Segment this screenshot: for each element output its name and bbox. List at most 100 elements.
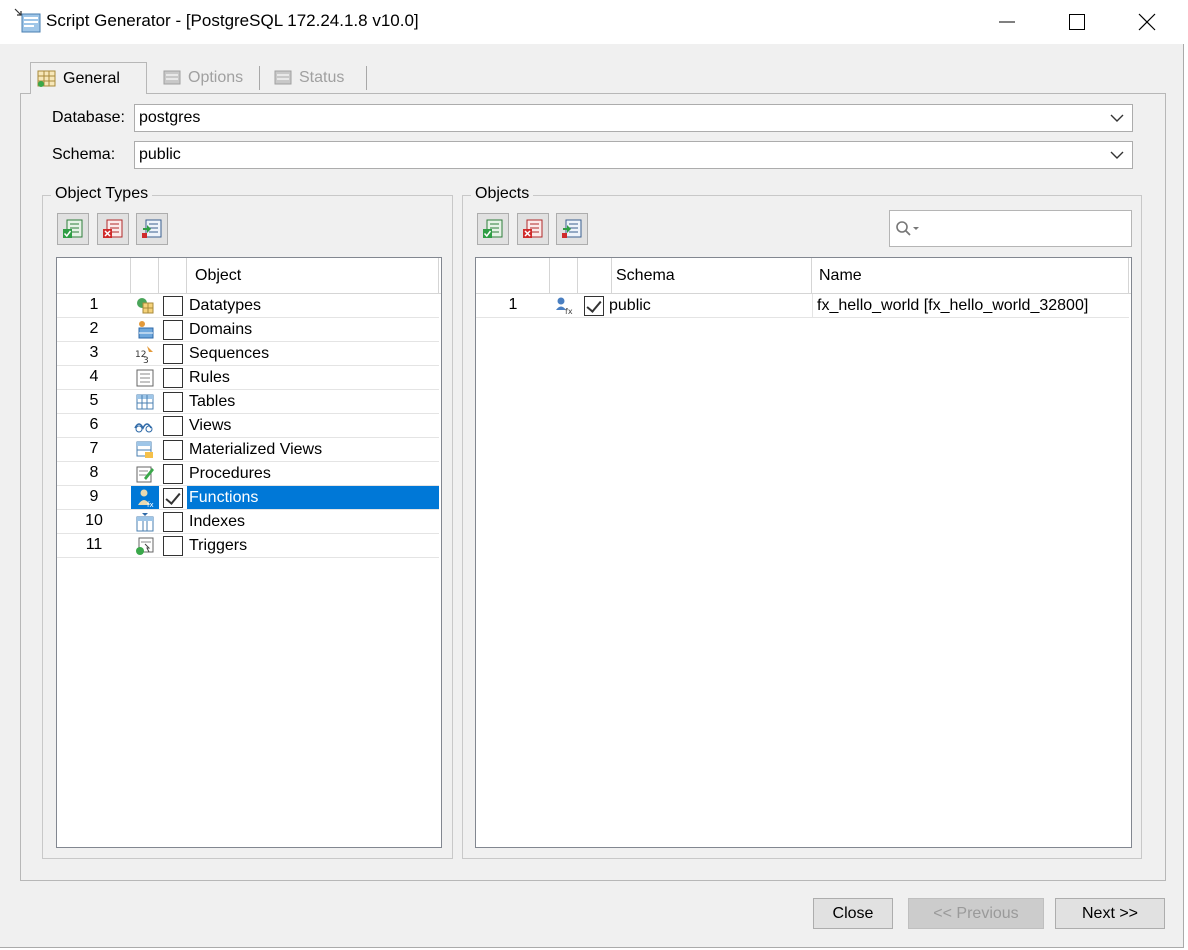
svg-text:fx: fx xyxy=(565,307,573,316)
uncheck-all-button[interactable] xyxy=(97,213,129,245)
chevron-down-icon xyxy=(1110,151,1124,159)
check-all-icon xyxy=(63,219,83,238)
tab-status[interactable]: Status xyxy=(267,62,344,93)
objects-search-input[interactable] xyxy=(889,210,1132,247)
name-cell: fx_hello_world [fx_hello_world_32800] xyxy=(812,294,1129,317)
close-button[interactable]: Close xyxy=(813,898,893,929)
schema-value: public xyxy=(139,146,181,163)
sequences-icon: 12 3 xyxy=(131,342,159,365)
row-checkbox[interactable] xyxy=(163,344,183,364)
title-bar: Script Generator - [PostgreSQL 172.24.1.… xyxy=(0,0,1184,44)
svg-text:3: 3 xyxy=(143,356,149,364)
object-type-row-domains[interactable]: 2 Domains xyxy=(57,318,439,342)
table-row[interactable]: 1 fx public fx_hello_world [fx_hello_wor… xyxy=(476,294,1129,318)
invert-selection-button[interactable] xyxy=(136,213,168,245)
objects-title: Objects xyxy=(471,185,534,203)
object-type-row-procedures[interactable]: 8 Procedures xyxy=(57,462,439,486)
row-checkbox[interactable] xyxy=(163,512,183,532)
row-checkbox[interactable] xyxy=(163,368,183,388)
object-type-label: Functions xyxy=(187,486,439,509)
row-number: 4 xyxy=(89,368,99,385)
object-type-label: Datatypes xyxy=(189,297,262,314)
schema-label: Schema: xyxy=(52,146,116,163)
datatypes-icon xyxy=(131,294,159,317)
check-column-header xyxy=(578,258,612,294)
tab-general[interactable]: General xyxy=(30,62,147,94)
materialized-views-icon xyxy=(131,438,159,461)
row-checkbox[interactable] xyxy=(163,488,183,508)
tables-icon xyxy=(131,390,159,413)
object-column-header: Object xyxy=(187,258,439,294)
tab-options[interactable]: Options xyxy=(156,62,243,93)
row-checkbox[interactable] xyxy=(163,416,183,436)
row-checkbox[interactable] xyxy=(163,536,183,556)
invert-selection-icon xyxy=(562,219,582,238)
indexes-icon xyxy=(131,510,159,533)
object-type-row-tables[interactable]: 5 Tables xyxy=(57,390,439,414)
object-type-label: Indexes xyxy=(189,513,246,530)
next-button[interactable]: Next >> xyxy=(1055,898,1165,929)
object-type-row-triggers[interactable]: 11 Triggers xyxy=(57,534,439,558)
object-type-row-materialized-views[interactable]: 7 Materialized Views xyxy=(57,438,439,462)
close-window-button[interactable] xyxy=(1112,0,1182,44)
row-number: 5 xyxy=(89,392,99,409)
grid-header: Schema Name xyxy=(476,258,1131,294)
object-type-row-indexes[interactable]: 10 Indexes xyxy=(57,510,439,534)
minimize-icon xyxy=(999,21,1015,23)
row-checkbox[interactable] xyxy=(163,320,183,340)
objects-invert-selection-button[interactable] xyxy=(556,213,588,245)
row-number: 6 xyxy=(89,416,99,433)
row-checkbox[interactable] xyxy=(163,440,183,460)
chevron-down-icon xyxy=(1110,114,1124,122)
general-tab-panel: Database: postgres Schema: public Object… xyxy=(20,93,1166,881)
object-type-row-rules[interactable]: 4 Rules xyxy=(57,366,439,390)
row-number: 3 xyxy=(89,344,99,361)
row-checkbox[interactable] xyxy=(163,392,183,412)
row-number: 9 xyxy=(89,488,99,505)
object-types-title: Object Types xyxy=(51,185,153,203)
object-type-label: Procedures xyxy=(189,465,271,482)
object-type-label: Tables xyxy=(189,393,236,410)
object-type-row-views[interactable]: 6 Views xyxy=(57,414,439,438)
check-all-icon xyxy=(483,219,503,238)
tab-separator xyxy=(366,66,367,90)
minimize-button[interactable] xyxy=(972,0,1042,44)
uncheck-all-icon xyxy=(103,219,123,238)
grid-icon xyxy=(37,70,56,87)
tab-status-label: Status xyxy=(299,68,345,86)
search-icon xyxy=(896,221,919,236)
schema-column-header: Schema xyxy=(612,258,812,294)
script-generator-window: Script Generator - [PostgreSQL 172.24.1.… xyxy=(0,0,1184,948)
row-number-header xyxy=(476,258,550,294)
row-checkbox[interactable] xyxy=(163,296,183,316)
row-number-header xyxy=(57,258,131,294)
database-select[interactable]: postgres xyxy=(134,104,1133,132)
objects-check-all-button[interactable] xyxy=(477,213,509,245)
object-type-label: Views xyxy=(189,417,232,434)
window-title: Script Generator - [PostgreSQL 172.24.1.… xyxy=(46,11,419,30)
row-checkbox[interactable] xyxy=(584,296,604,316)
row-number: 1 xyxy=(89,296,99,313)
object-type-row-sequences[interactable]: 3 12 3 Sequences xyxy=(57,342,439,366)
schema-cell: public xyxy=(609,297,651,314)
tab-general-label: General xyxy=(63,69,120,87)
object-types-grid: Object 1 Datatypes 2 Domains 3 12 3 Sequences 4 R… xyxy=(56,257,442,848)
icon-column-header xyxy=(550,258,578,294)
object-type-row-functions[interactable]: 9 fx Functions xyxy=(57,486,439,510)
options-icon xyxy=(163,70,181,84)
maximize-button[interactable] xyxy=(1042,0,1112,44)
row-number: 8 xyxy=(89,464,99,481)
schema-select[interactable]: public xyxy=(134,141,1133,169)
previous-button[interactable]: << Previous xyxy=(908,898,1044,929)
check-all-button[interactable] xyxy=(57,213,89,245)
rules-icon xyxy=(131,366,159,389)
grid-header: Object xyxy=(57,258,441,294)
object-type-label: Rules xyxy=(189,369,230,386)
database-label: Database: xyxy=(52,109,125,126)
name-column-header: Name xyxy=(812,258,1129,294)
object-type-row-datatypes[interactable]: 1 Datatypes xyxy=(57,294,439,318)
object-type-label: Domains xyxy=(189,321,253,338)
objects-uncheck-all-button[interactable] xyxy=(517,213,549,245)
functions-icon: fx xyxy=(131,486,159,509)
row-checkbox[interactable] xyxy=(163,464,183,484)
